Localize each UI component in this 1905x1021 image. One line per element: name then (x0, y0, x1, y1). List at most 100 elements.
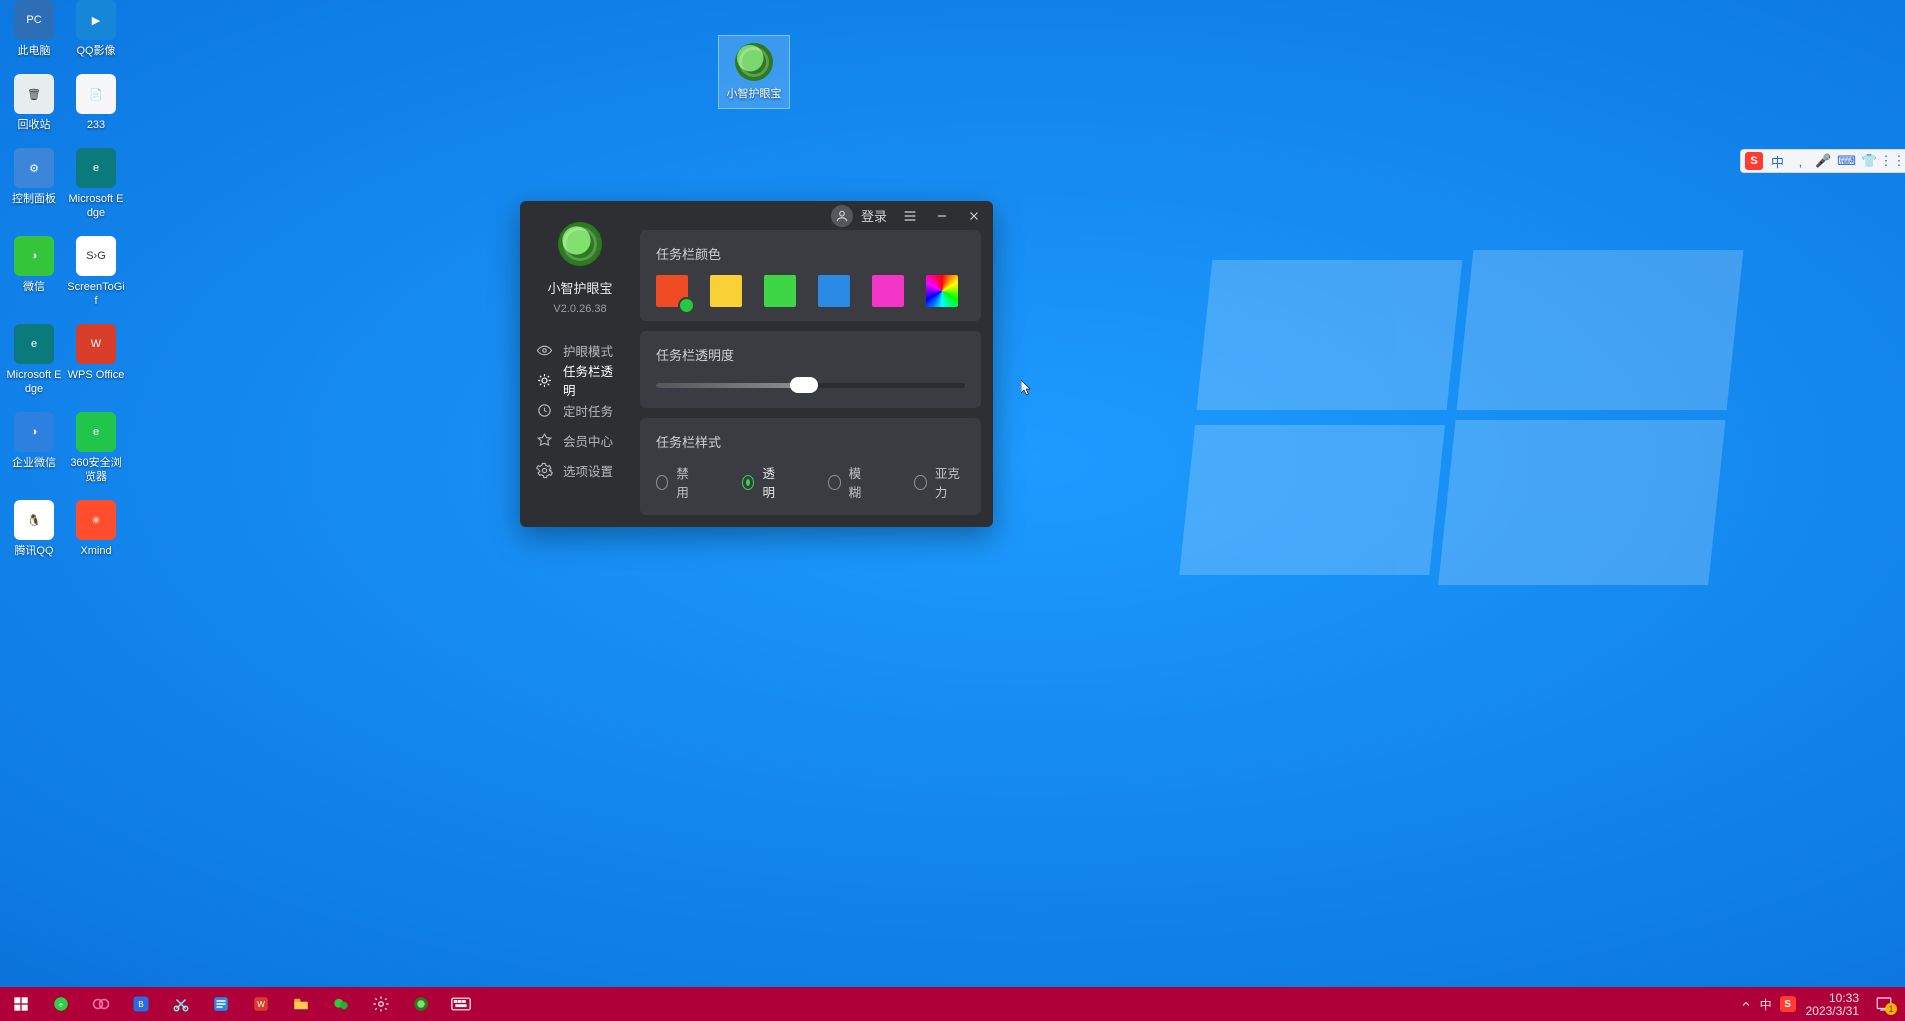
color-swatch[interactable] (818, 275, 850, 307)
desktop-icon-image: ◑ (14, 412, 54, 452)
desktop-icons: PC 此电脑▶ QQ影像🗑 回收站📄 233⚙ 控制面板e Microsoft … (0, 0, 130, 558)
desktop-icon[interactable]: ◑ 微信 (4, 236, 64, 308)
slider-thumb[interactable] (790, 377, 818, 393)
desktop-icon-label: QQ影像 (76, 44, 115, 58)
color-swatches (656, 275, 965, 307)
clock-date: 2023/3/31 (1806, 1005, 1859, 1017)
ime-item[interactable]: 👕 (1861, 153, 1878, 170)
app-icon (735, 43, 773, 81)
vip-icon (536, 432, 553, 449)
desktop-icon[interactable]: e Microsoft Edge (4, 324, 64, 396)
ime-item[interactable]: 中 (1769, 153, 1786, 170)
taskbar-app-eye[interactable] (402, 987, 440, 1021)
eye-icon (536, 342, 553, 359)
tray-lang[interactable]: 中 (1760, 996, 1772, 1013)
card-title: 任务栏颜色 (656, 244, 965, 263)
ime-item[interactable]: 🎤 (1815, 153, 1832, 170)
card-taskbar-opacity: 任务栏透明度 (640, 331, 981, 408)
desktop-icon[interactable]: ✳ Xmind (66, 500, 126, 558)
ime-logo-icon[interactable]: S (1745, 152, 1763, 170)
tray-ime-icon[interactable]: S (1780, 996, 1796, 1012)
notifications-badge: 1 (1885, 1003, 1897, 1015)
desktop-icon[interactable]: S›G ScreenToGif (66, 236, 126, 308)
ime-item[interactable]: ⋮⋮ (1884, 153, 1901, 170)
time-icon (536, 402, 553, 419)
desktop-icon-label: 小智护眼宝 (727, 85, 782, 101)
desktop-icon-xiaozhi-selected[interactable]: 小智护眼宝 (718, 35, 790, 109)
radio-label: 模糊 (849, 463, 869, 501)
taskbar-app-wechat[interactable] (322, 987, 360, 1021)
taskbar-app-any[interactable] (82, 987, 120, 1021)
taskbar-app-file[interactable] (202, 987, 240, 1021)
desktop-icon-label: 微信 (23, 280, 45, 294)
svg-text:B: B (138, 1000, 144, 1009)
desktop-icon-image: 🗑 (14, 74, 54, 114)
style-radio[interactable]: 模糊 (828, 463, 868, 501)
desktop-icon[interactable]: e 360安全浏览器 (66, 412, 126, 484)
desktop-icon-image: ◑ (14, 236, 54, 276)
style-radio[interactable]: 亚克力 (914, 463, 965, 501)
taskbar: e B W 中 S 10:33 2023/3/31 1 (0, 987, 1905, 1021)
taskbar-app-wps[interactable]: W (242, 987, 280, 1021)
main-panel: 任务栏颜色 任务栏透明度 任务栏样式 禁用透明模糊亚克力 (640, 230, 981, 515)
app-title: 小智护眼宝 (547, 278, 612, 297)
tray-chevron-up-icon[interactable] (1740, 998, 1752, 1010)
taskbar-apps: eBW (0, 987, 480, 1021)
desktop-icon-image: e (76, 148, 116, 188)
style-radio[interactable]: 禁用 (656, 463, 696, 501)
login-button[interactable]: 登录 (831, 205, 887, 227)
nav-item-bar[interactable]: 任务栏透明 (532, 365, 628, 395)
nav-item-vip[interactable]: 会员中心 (532, 425, 628, 455)
desktop-icon-image: ▶ (76, 0, 116, 40)
desktop-icon[interactable]: ▶ QQ影像 (66, 0, 126, 58)
menu-button[interactable] (901, 207, 919, 225)
ime-item[interactable]: ⌨ (1838, 153, 1855, 170)
bar-icon (536, 372, 553, 389)
app-version: V2.0.26.38 (553, 303, 606, 315)
ime-item[interactable]: ‚ (1792, 153, 1809, 170)
desktop-icon-image: e (14, 324, 54, 364)
taskbar-app-snip[interactable] (162, 987, 200, 1021)
desktop-icon[interactable]: PC 此电脑 (4, 0, 64, 58)
start-button[interactable] (2, 987, 40, 1021)
taskbar-app-baidu[interactable]: B (122, 987, 160, 1021)
desktop-icon[interactable]: ◑ 企业微信 (4, 412, 64, 484)
clock-time: 10:33 (1829, 992, 1859, 1004)
desktop-icon[interactable]: W WPS Office (66, 324, 126, 396)
color-swatch[interactable] (710, 275, 742, 307)
radio-dot-icon (656, 475, 668, 490)
taskbar-clock[interactable]: 10:33 2023/3/31 (1806, 992, 1859, 1017)
nav-item-opt[interactable]: 选项设置 (532, 455, 628, 485)
nav-item-label: 定时任务 (563, 401, 613, 420)
color-swatch-rainbow[interactable] (926, 275, 958, 307)
taskbar-app-input[interactable] (442, 987, 480, 1021)
style-radio[interactable]: 透明 (742, 463, 782, 501)
desktop-icon[interactable]: 🐧 腾讯QQ (4, 500, 64, 558)
desktop-icon[interactable]: 🗑 回收站 (4, 74, 64, 132)
close-button[interactable] (965, 207, 983, 225)
system-tray[interactable]: 中 S (1740, 996, 1796, 1013)
desktop-icon[interactable]: ⚙ 控制面板 (4, 148, 64, 220)
radio-dot-icon (742, 475, 754, 490)
minimize-button[interactable] (933, 207, 951, 225)
desktop-icon-label: 回收站 (18, 118, 51, 132)
desktop-icon[interactable]: e Microsoft Edge (66, 148, 126, 220)
svg-text:e: e (59, 1001, 63, 1008)
color-swatch[interactable] (872, 275, 904, 307)
taskbar-app-360[interactable]: e (42, 987, 80, 1021)
notifications-button[interactable]: 1 (1869, 989, 1899, 1019)
taskbar-app-explorer[interactable] (282, 987, 320, 1021)
color-swatch[interactable] (656, 275, 688, 307)
opacity-slider[interactable] (656, 376, 965, 394)
color-swatch[interactable] (764, 275, 796, 307)
desktop-icon-image: 🐧 (14, 500, 54, 540)
nav-item-time[interactable]: 定时任务 (532, 395, 628, 425)
desktop-icon-label: 企业微信 (12, 456, 56, 470)
app-window: 登录 小智护眼宝 V2.0.26.38 护眼模式任务栏透明定时任务会员中心选项设… (520, 201, 993, 527)
desktop-icon-label: Microsoft Edge (67, 192, 125, 220)
card-taskbar-style: 任务栏样式 禁用透明模糊亚克力 (640, 418, 981, 515)
nav-item-label: 任务栏透明 (563, 361, 624, 399)
taskbar-app-settings[interactable] (362, 987, 400, 1021)
desktop-icon[interactable]: 📄 233 (66, 74, 126, 132)
ime-toolbar[interactable]: S中 ‚ 🎤 ⌨ 👕 ⋮⋮ (1740, 149, 1905, 173)
